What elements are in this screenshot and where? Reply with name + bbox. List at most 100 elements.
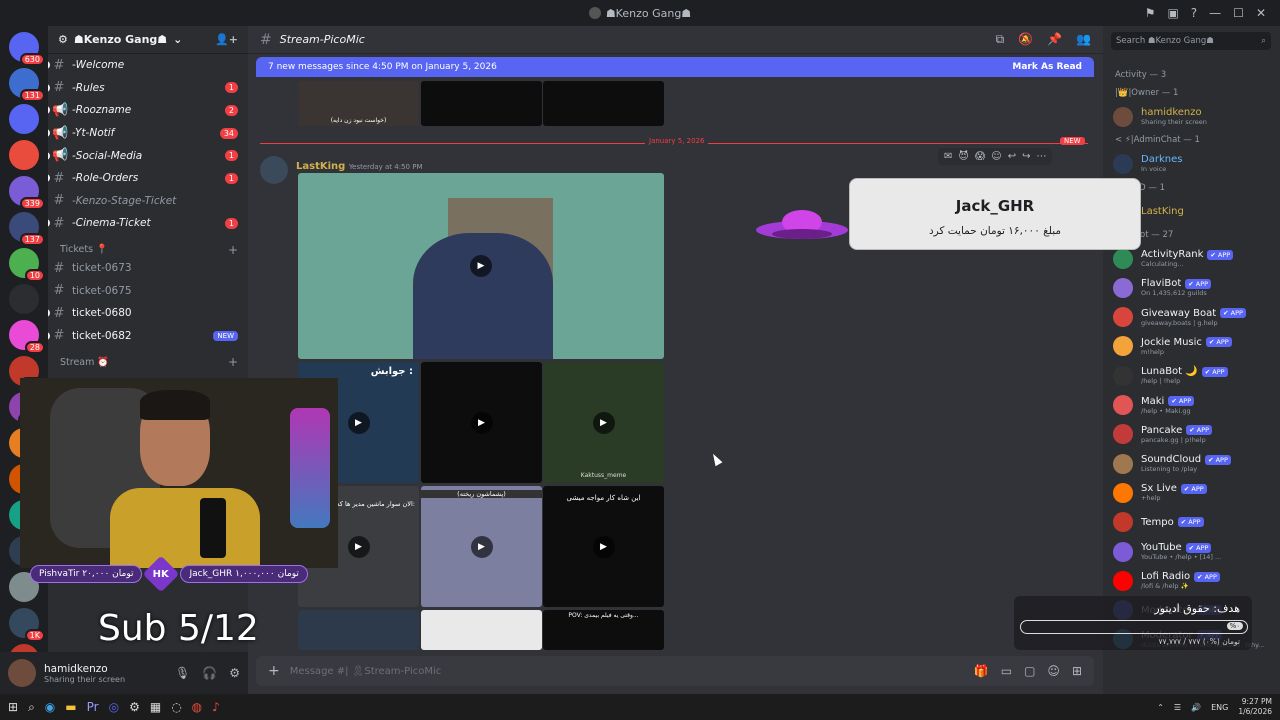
sticker-icon[interactable]: ▢ bbox=[1024, 664, 1035, 678]
member-item[interactable]: Darknes In voice bbox=[1103, 149, 1280, 178]
add-channel-icon[interactable]: + bbox=[228, 243, 238, 257]
play-icon[interactable]: ▶ bbox=[592, 411, 615, 434]
minimize-button[interactable]: — bbox=[1209, 6, 1221, 20]
server-icon[interactable]: 630 bbox=[9, 32, 45, 66]
stream-category[interactable]: Stream ⏰ + bbox=[48, 347, 248, 369]
play-icon[interactable]: ▶ bbox=[470, 255, 492, 277]
play-icon[interactable]: ▶ bbox=[470, 411, 493, 434]
language-indicator[interactable]: ENG bbox=[1211, 703, 1228, 712]
search-input[interactable]: Search ☗Kenzo Gang☗ ⌕ bbox=[1111, 32, 1271, 50]
avatar[interactable] bbox=[260, 156, 288, 184]
play-icon[interactable]: ▶ bbox=[347, 411, 370, 434]
search-icon[interactable]: ⌕ bbox=[28, 700, 35, 715]
play-icon[interactable]: ▶ bbox=[347, 535, 370, 558]
file-explorer-icon[interactable]: ▬ bbox=[65, 700, 76, 714]
gif-icon[interactable]: ▭ bbox=[1001, 664, 1012, 678]
member-item[interactable]: Pancake ✔ APP pancake.gg | p!help bbox=[1103, 420, 1280, 449]
member-item[interactable]: hamidkenzo Sharing their screen bbox=[1103, 102, 1280, 131]
media-tile[interactable]: ▶ bbox=[421, 362, 542, 483]
store-icon[interactable]: ▦ bbox=[150, 700, 161, 714]
member-item[interactable]: YouTube ✔ APP YouTube • /help • [14] ... bbox=[1103, 537, 1280, 566]
media-tile[interactable] bbox=[421, 610, 542, 650]
member-item[interactable]: Giveaway Boat ✔ APP giveaway.boats | g.hel… bbox=[1103, 302, 1280, 331]
media-tile[interactable]: این شاه کار مواجه میشی ▶ bbox=[543, 486, 664, 607]
app-icon[interactable]: ♪ bbox=[212, 700, 220, 714]
maximize-button[interactable]: ☐ bbox=[1233, 6, 1244, 20]
channel-item[interactable]: # -Role-Orders 1 bbox=[48, 167, 248, 190]
chrome-icon[interactable]: ◍ bbox=[192, 700, 202, 714]
media-tile[interactable] bbox=[298, 610, 419, 650]
media-tile[interactable]: ▶ Kaktuss_meme bbox=[543, 362, 664, 483]
server-icon[interactable] bbox=[9, 284, 39, 314]
inbox-icon[interactable]: ⚑ bbox=[1145, 6, 1156, 20]
member-item[interactable]: Lofi Radio ✔ APP/lofi & /help ✨ bbox=[1103, 566, 1280, 595]
threads-icon[interactable]: ⧉ bbox=[996, 32, 1005, 47]
media-tile[interactable]: (خواست نبود زن دایه) bbox=[298, 81, 419, 126]
close-button[interactable]: ✕ bbox=[1256, 6, 1266, 20]
help-icon[interactable]: ? bbox=[1191, 6, 1197, 20]
steam-icon[interactable]: ⚙ bbox=[129, 700, 140, 714]
tray-arrow-icon[interactable]: ⌃ bbox=[1157, 703, 1164, 712]
more-icon[interactable]: ⋯ bbox=[1036, 151, 1046, 162]
members-icon[interactable]: 👥 bbox=[1076, 32, 1091, 47]
headphones-icon[interactable]: 🎧 bbox=[202, 666, 217, 680]
windows-start-icon[interactable]: ⊞ bbox=[8, 700, 18, 714]
server-icon[interactable] bbox=[9, 104, 39, 134]
add-reaction-icon[interactable]: ☺ bbox=[991, 151, 1001, 162]
channel-item[interactable]: # -Welcome bbox=[48, 54, 248, 77]
server-icon[interactable]: 10 bbox=[9, 248, 45, 282]
server-icon[interactable]: 339 bbox=[9, 176, 45, 210]
member-item[interactable]: FlaviBot ✔ APP On 1,435,612 guilds bbox=[1103, 273, 1280, 302]
discord-icon[interactable]: ◎ bbox=[109, 700, 119, 714]
tickets-category[interactable]: Tickets 📍 + bbox=[48, 235, 248, 257]
mute-icon[interactable]: 🔕 bbox=[1018, 32, 1033, 47]
member-item[interactable]: LunaBot 🌙 ✔ APP/help | !help bbox=[1103, 361, 1280, 390]
add-channel-icon[interactable]: + bbox=[228, 355, 238, 369]
play-icon[interactable]: ▶ bbox=[592, 535, 615, 558]
channel-item[interactable]: 📢 -Social-Media 1 bbox=[48, 144, 248, 167]
member-item[interactable]: Tempo ✔ APP bbox=[1103, 508, 1280, 537]
add-member-icon[interactable]: 👤+ bbox=[215, 33, 238, 46]
member-item[interactable]: Jockie Music ✔ APP m!help bbox=[1103, 332, 1280, 361]
premiere-icon[interactable]: Pr bbox=[87, 700, 99, 714]
member-item[interactable]: Maki ✔ APP/help • Maki.gg bbox=[1103, 390, 1280, 419]
server-icon[interactable]: 28 bbox=[9, 320, 45, 354]
gift-icon[interactable]: 🎁 bbox=[974, 664, 989, 678]
screen-icon[interactable]: ▣ bbox=[1167, 6, 1178, 20]
media-tile[interactable]: POV: وقتی یه فیلم بیمدی... bbox=[543, 610, 664, 650]
channel-item[interactable]: # -Kenzo-Stage-Ticket bbox=[48, 190, 248, 213]
server-icon[interactable]: 1K bbox=[9, 608, 45, 642]
server-icon[interactable]: 131 bbox=[9, 68, 45, 102]
reaction-icon[interactable]: 😱 bbox=[975, 151, 985, 162]
pin-icon[interactable]: 📌 bbox=[1047, 32, 1062, 47]
volume-icon[interactable]: 🔊 bbox=[1191, 703, 1201, 712]
ticket-channel[interactable]: # ticket-0673 bbox=[48, 257, 248, 280]
forward-icon[interactable]: ↪ bbox=[1022, 151, 1030, 162]
play-icon[interactable]: ▶ bbox=[470, 535, 493, 558]
emoji-icon[interactable]: ☺ bbox=[1047, 664, 1060, 678]
message-input[interactable]: Message #| 🎗Stream-PicoMic bbox=[290, 666, 442, 677]
microphone-icon[interactable]: 🎙 bbox=[175, 666, 190, 680]
reaction-icon[interactable]: 😈 bbox=[958, 151, 968, 162]
browser-icon[interactable]: ◌ bbox=[171, 700, 181, 714]
mark-as-read-button[interactable]: Mark As Read bbox=[1012, 62, 1082, 72]
message-author[interactable]: LastKing bbox=[296, 161, 345, 172]
server-icon[interactable] bbox=[9, 140, 39, 170]
reply-icon[interactable]: ↩ bbox=[1008, 151, 1016, 162]
channel-item[interactable]: 📢 -Roozname 2 bbox=[48, 99, 248, 122]
media-tile[interactable] bbox=[421, 81, 542, 126]
clock[interactable]: 9:27 PM 1/6/2026 bbox=[1238, 697, 1272, 717]
reaction-icon[interactable]: ✉ bbox=[944, 151, 952, 162]
gear-icon[interactable]: ⚙ bbox=[229, 666, 240, 680]
video-attachment[interactable]: ▶ bbox=[298, 173, 664, 359]
apps-icon[interactable]: ⊞ bbox=[1072, 664, 1082, 678]
edge-icon[interactable]: ◉ bbox=[45, 700, 55, 714]
new-messages-bar[interactable]: 7 new messages since 4:50 PM on January … bbox=[256, 57, 1094, 77]
channel-item[interactable]: 📢 -Yt-Notif 34 bbox=[48, 122, 248, 145]
member-item[interactable]: SoundCloud ✔ APP Listening to /play bbox=[1103, 449, 1280, 478]
ticket-channel[interactable]: # ticket-0680 bbox=[48, 302, 248, 325]
activity-header[interactable]: Activity — 3 bbox=[1103, 66, 1280, 84]
channel-item[interactable]: # -Cinema-Ticket 1 bbox=[48, 212, 248, 235]
ticket-channel[interactable]: # ticket-0682 NEW bbox=[48, 325, 248, 348]
avatar[interactable] bbox=[8, 659, 36, 687]
